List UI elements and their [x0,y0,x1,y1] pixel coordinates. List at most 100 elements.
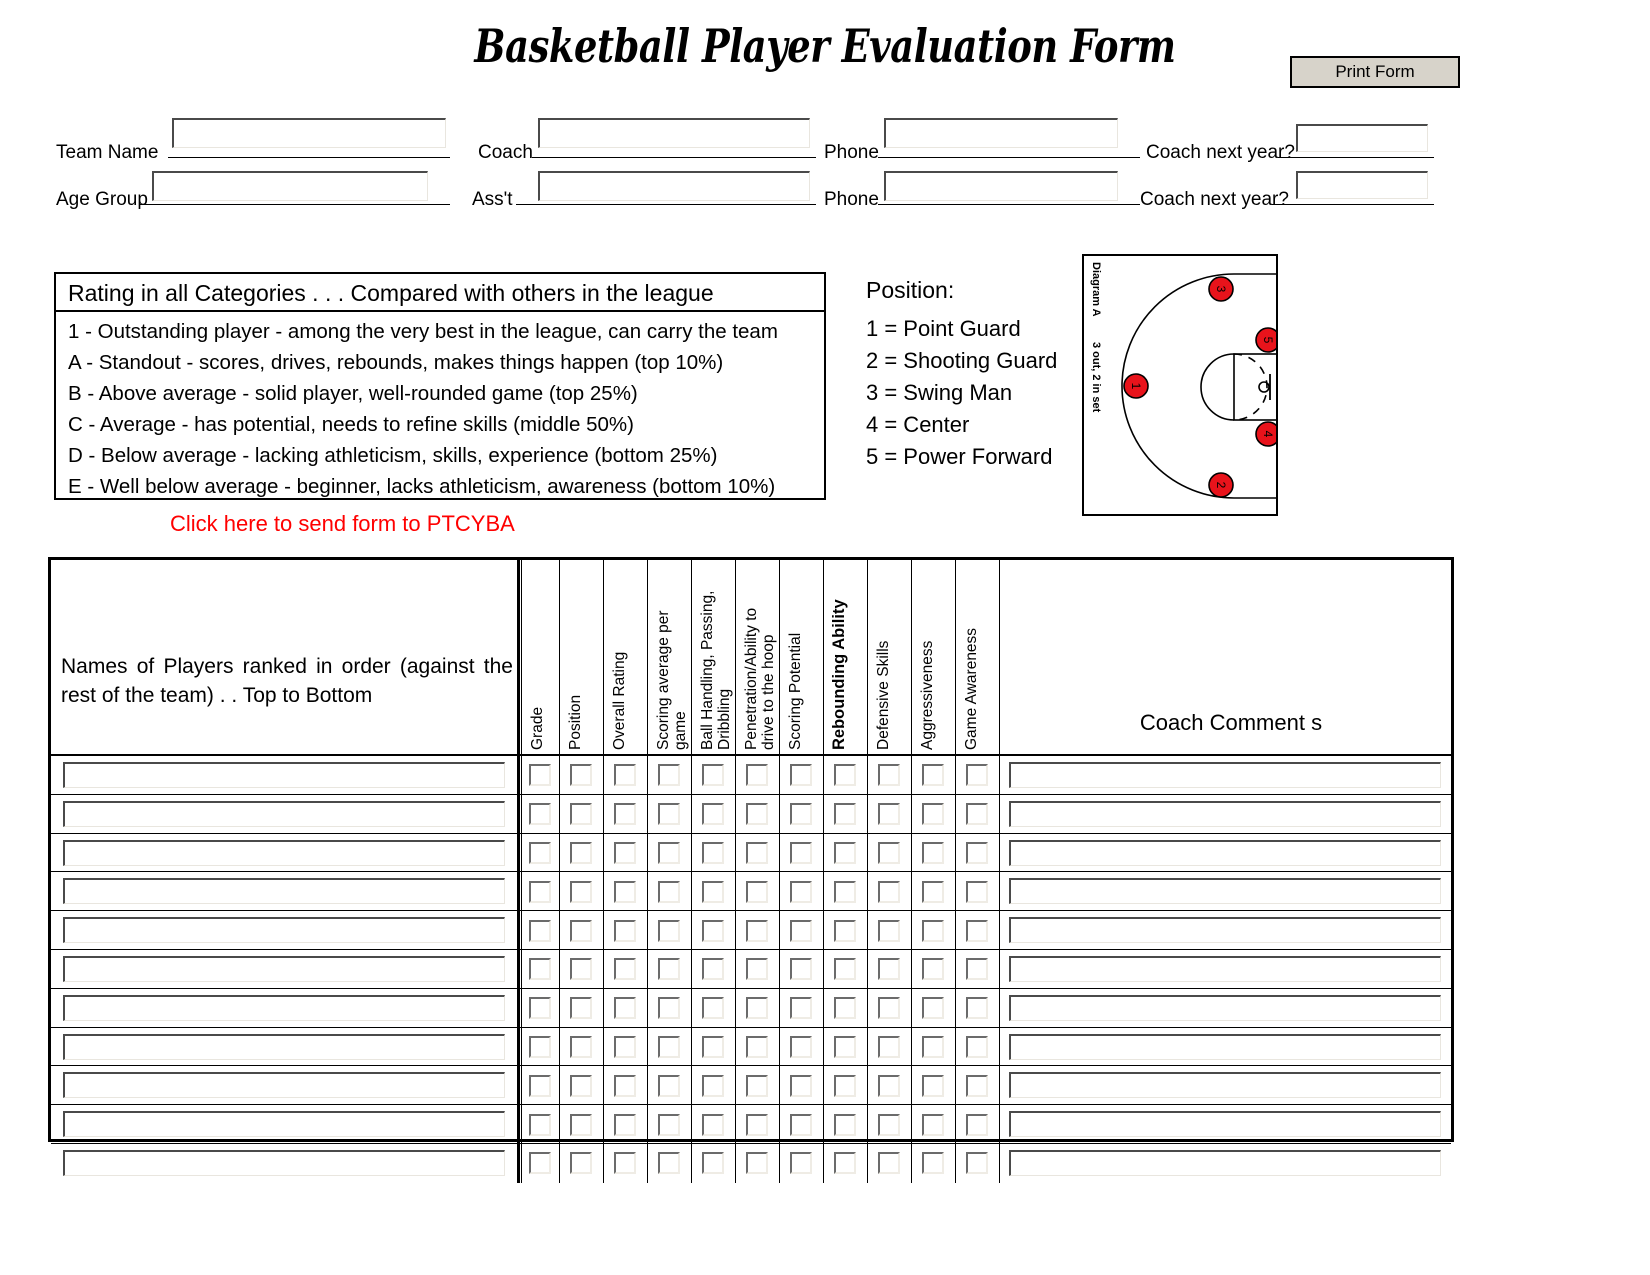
rating-box-ball-handling-passing-dribbling[interactable] [702,958,724,981]
rating-box-overall-rating[interactable] [614,1152,636,1175]
rating-box-scoring-potential[interactable] [790,1152,812,1175]
player-name-input[interactable] [63,1033,505,1060]
coach-comments-input[interactable] [1009,1111,1441,1138]
rating-box-overall-rating[interactable] [614,1113,636,1136]
rating-box-position[interactable] [570,1074,592,1097]
rating-box-grade[interactable] [529,803,551,826]
send-form-link[interactable]: Click here to send form to PTCYBA [170,510,515,538]
rating-box-scoring-average-per-game[interactable] [658,1113,680,1136]
rating-box-game-awareness[interactable] [966,841,988,864]
rating-box-ball-handling-passing-dribbling[interactable] [702,764,724,787]
rating-box-scoring-potential[interactable] [790,803,812,826]
rating-box-aggressiveness[interactable] [922,841,944,864]
rating-box-defensive-skills[interactable] [878,997,900,1020]
rating-box-scoring-average-per-game[interactable] [658,841,680,864]
player-name-input[interactable] [63,878,505,905]
rating-box-game-awareness[interactable] [966,1113,988,1136]
rating-box-rebounding-ability[interactable] [834,1113,856,1136]
rating-box-scoring-potential[interactable] [790,919,812,942]
coach-input[interactable] [538,118,810,148]
rating-box-aggressiveness[interactable] [922,1113,944,1136]
rating-box-grade[interactable] [529,919,551,942]
rating-box-aggressiveness[interactable] [922,1074,944,1097]
rating-box-game-awareness[interactable] [966,919,988,942]
phone-1-input[interactable] [884,118,1118,148]
rating-box-scoring-average-per-game[interactable] [658,880,680,903]
player-name-input[interactable] [63,994,505,1021]
rating-box-grade[interactable] [529,997,551,1020]
rating-box-defensive-skills[interactable] [878,1074,900,1097]
rating-box-scoring-average-per-game[interactable] [658,764,680,787]
rating-box-ball-handling-passing-dribbling[interactable] [702,880,724,903]
rating-box-defensive-skills[interactable] [878,1152,900,1175]
rating-box-penetration-ability-to-drive-to-the-hoop[interactable] [746,919,768,942]
rating-box-rebounding-ability[interactable] [834,1035,856,1058]
rating-box-penetration-ability-to-drive-to-the-hoop[interactable] [746,764,768,787]
rating-box-penetration-ability-to-drive-to-the-hoop[interactable] [746,1152,768,1175]
rating-box-ball-handling-passing-dribbling[interactable] [702,841,724,864]
rating-box-game-awareness[interactable] [966,803,988,826]
rating-box-penetration-ability-to-drive-to-the-hoop[interactable] [746,1074,768,1097]
player-name-input[interactable] [63,1150,505,1176]
rating-box-defensive-skills[interactable] [878,803,900,826]
rating-box-position[interactable] [570,919,592,942]
rating-box-scoring-average-per-game[interactable] [658,803,680,826]
coach-comments-input[interactable] [1009,1033,1441,1060]
rating-box-position[interactable] [570,841,592,864]
age-group-input[interactable] [152,171,428,201]
coach-comments-input[interactable] [1009,800,1441,827]
rating-box-position[interactable] [570,997,592,1020]
rating-box-scoring-average-per-game[interactable] [658,1152,680,1175]
rating-box-rebounding-ability[interactable] [834,764,856,787]
rating-box-penetration-ability-to-drive-to-the-hoop[interactable] [746,958,768,981]
rating-box-grade[interactable] [529,1152,551,1175]
rating-box-scoring-average-per-game[interactable] [658,1035,680,1058]
rating-box-penetration-ability-to-drive-to-the-hoop[interactable] [746,841,768,864]
rating-box-defensive-skills[interactable] [878,764,900,787]
rating-box-ball-handling-passing-dribbling[interactable] [702,997,724,1020]
rating-box-ball-handling-passing-dribbling[interactable] [702,803,724,826]
rating-box-overall-rating[interactable] [614,880,636,903]
rating-box-rebounding-ability[interactable] [834,1152,856,1175]
coach-next-year-1-input[interactable] [1296,124,1428,152]
rating-box-penetration-ability-to-drive-to-the-hoop[interactable] [746,880,768,903]
rating-box-scoring-average-per-game[interactable] [658,997,680,1020]
rating-box-game-awareness[interactable] [966,1152,988,1175]
rating-box-overall-rating[interactable] [614,803,636,826]
rating-box-game-awareness[interactable] [966,997,988,1020]
rating-box-rebounding-ability[interactable] [834,880,856,903]
rating-box-penetration-ability-to-drive-to-the-hoop[interactable] [746,1035,768,1058]
rating-box-aggressiveness[interactable] [922,1035,944,1058]
coach-next-year-2-input[interactable] [1296,171,1428,199]
rating-box-defensive-skills[interactable] [878,919,900,942]
player-name-input[interactable] [63,762,505,788]
rating-box-overall-rating[interactable] [614,919,636,942]
player-name-input[interactable] [63,1111,505,1138]
coach-comments-input[interactable] [1009,1072,1441,1099]
rating-box-aggressiveness[interactable] [922,997,944,1020]
rating-box-aggressiveness[interactable] [922,803,944,826]
print-form-button[interactable]: Print Form [1290,56,1460,88]
rating-box-ball-handling-passing-dribbling[interactable] [702,1152,724,1175]
rating-box-ball-handling-passing-dribbling[interactable] [702,1074,724,1097]
coach-comments-input[interactable] [1009,956,1441,982]
rating-box-grade[interactable] [529,1035,551,1058]
rating-box-aggressiveness[interactable] [922,880,944,903]
coach-comments-input[interactable] [1009,994,1441,1021]
rating-box-rebounding-ability[interactable] [834,803,856,826]
rating-box-scoring-potential[interactable] [790,764,812,787]
rating-box-penetration-ability-to-drive-to-the-hoop[interactable] [746,1113,768,1136]
rating-box-overall-rating[interactable] [614,997,636,1020]
rating-box-grade[interactable] [529,958,551,981]
rating-box-scoring-potential[interactable] [790,1113,812,1136]
rating-box-position[interactable] [570,1035,592,1058]
rating-box-defensive-skills[interactable] [878,841,900,864]
rating-box-scoring-average-per-game[interactable] [658,919,680,942]
rating-box-aggressiveness[interactable] [922,1152,944,1175]
rating-box-rebounding-ability[interactable] [834,841,856,864]
rating-box-grade[interactable] [529,1074,551,1097]
rating-box-overall-rating[interactable] [614,764,636,787]
coach-comments-input[interactable] [1009,878,1441,905]
rating-box-position[interactable] [570,1113,592,1136]
rating-box-position[interactable] [570,958,592,981]
